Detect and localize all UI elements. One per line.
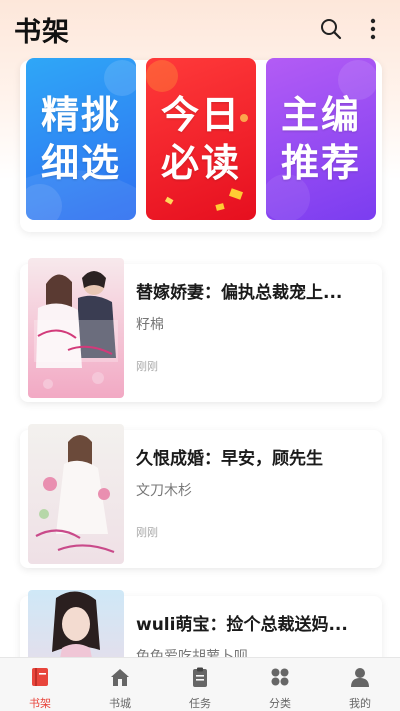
book-cover (28, 424, 124, 564)
book-title: 替嫁娇妻：偏执总裁宠上... (136, 283, 343, 303)
feature-line-2: 必读 (160, 141, 241, 185)
feature-line-1: 精挑 (40, 93, 121, 137)
tab-bookshelf[interactable]: 书架 (0, 658, 80, 711)
feature-card: 精挑 细选 今日 必读 主编 推荐 (20, 58, 382, 232)
tab-profile[interactable]: 我的 (320, 658, 400, 711)
search-icon[interactable] (318, 16, 344, 42)
book-cover (28, 258, 124, 398)
feature-line-2: 推荐 (280, 141, 361, 185)
book-title: wuli萌宝：捡个总裁送妈... (136, 615, 348, 635)
tab-label: 分类 (269, 697, 291, 710)
tab-label: 书城 (109, 697, 131, 710)
tab-label: 我的 (349, 697, 371, 710)
more-vertical-icon[interactable] (360, 16, 386, 42)
person-icon (349, 666, 371, 692)
book-title: 久恨成婚：早安，顾先生 (136, 449, 323, 469)
feature-tile-editor[interactable]: 主编 推荐 (266, 58, 376, 220)
tab-label: 任务 (189, 697, 211, 710)
feature-tile-featured[interactable]: 精挑 细选 (26, 58, 136, 220)
feature-line-1: 主编 (280, 93, 361, 137)
bottom-tab-bar: 书架 书城 任务 分类 我的 (0, 657, 400, 711)
header-actions (318, 16, 386, 42)
book-update-time: 刚刚 (136, 526, 158, 539)
book-item[interactable]: 替嫁娇妻：偏执总裁宠上... 籽棉 刚刚 (20, 258, 382, 402)
feature-line-1: 今日 (160, 93, 241, 137)
book-icon (29, 666, 51, 692)
grid-icon (269, 666, 291, 692)
tab-categories[interactable]: 分类 (240, 658, 320, 711)
tab-bookstore[interactable]: 书城 (80, 658, 160, 711)
book-author: 籽棉 (136, 317, 164, 333)
app-header: 书架 (0, 0, 400, 58)
feature-tile-daily[interactable]: 今日 必读 (146, 58, 256, 220)
book-author: 文刀木杉 (136, 483, 192, 499)
tab-tasks[interactable]: 任务 (160, 658, 240, 711)
book-update-time: 刚刚 (136, 360, 158, 373)
book-item[interactable]: 久恨成婚：早安，顾先生 文刀木杉 刚刚 (20, 424, 382, 568)
home-icon (109, 666, 131, 692)
feature-line-2: 细选 (40, 141, 121, 185)
tab-label: 书架 (29, 697, 51, 710)
page-title: 书架 (14, 16, 70, 48)
clipboard-icon (189, 666, 211, 692)
